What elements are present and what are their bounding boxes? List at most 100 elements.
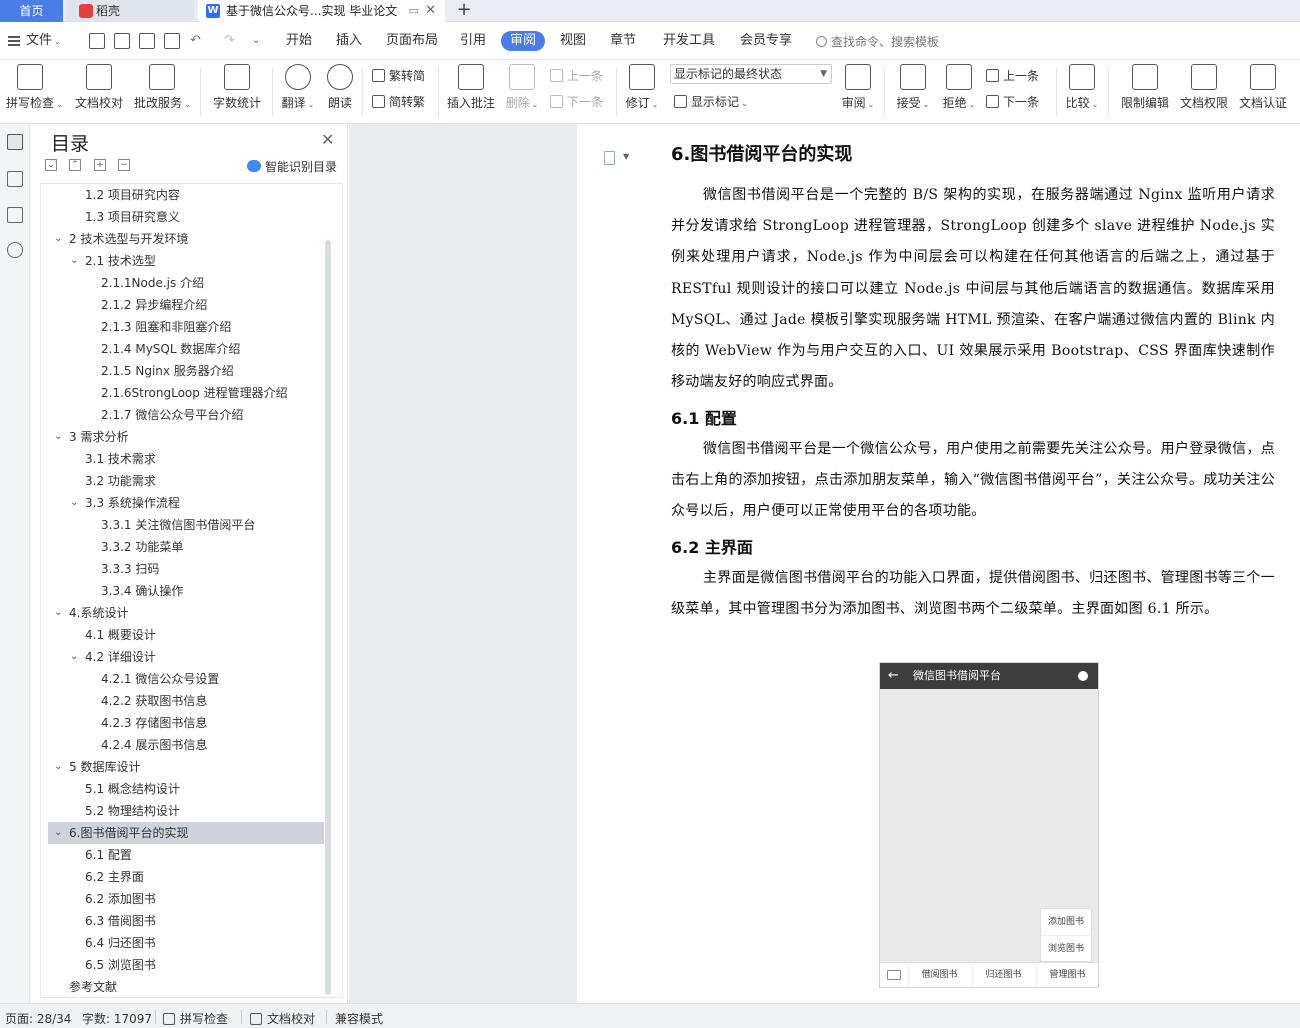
toc-item[interactable]: 6.2 主界面 — [48, 866, 324, 888]
chevron-down-icon[interactable]: ⌄ — [54, 822, 62, 844]
menu-start[interactable]: 开始 — [286, 33, 312, 49]
word-count-indicator[interactable]: 字数: 17097 — [82, 1010, 152, 1027]
simp-to-trad-button[interactable]: 简转繁 — [372, 93, 425, 110]
doc-permission-button[interactable]: 文档权限 — [1179, 64, 1229, 111]
chevron-down-icon[interactable]: ⌄ — [70, 492, 78, 514]
bookmark-icon[interactable] — [7, 207, 23, 223]
toc-item[interactable]: 3.3.2 功能菜单 — [48, 536, 324, 558]
page-outline-menu-icon[interactable]: ▼ — [623, 152, 629, 161]
chevron-down-icon[interactable]: ⌄ — [70, 646, 78, 668]
document-canvas[interactable]: ▼ 6.图书借阅平台的实现 微信图书借阅平台是一个完整的 B/S 架构的实现，在… — [349, 124, 1300, 1003]
doc-proof-button[interactable]: 文档校对 — [74, 64, 124, 111]
prev-comment-button[interactable]: 上一条 — [550, 67, 603, 84]
toc-item[interactable]: 2.1.7 微信公众号平台介绍 — [48, 404, 324, 426]
toc-item[interactable]: 6.2 添加图书 — [48, 888, 324, 910]
toc-item[interactable]: ⌄ 4.2 详细设计 — [48, 646, 324, 668]
menu-page-layout[interactable]: 页面布局 — [386, 33, 438, 49]
menu-member[interactable]: 会员专享 — [740, 33, 792, 49]
toc-item[interactable]: 1.3 项目研究意义 — [48, 206, 324, 228]
toc-panel-icon[interactable] — [7, 134, 23, 150]
toc-item[interactable]: 6.3 借阅图书 — [48, 910, 324, 932]
toc-item[interactable]: ⌄ 5 数据库设计 — [48, 756, 324, 778]
toc-item[interactable]: 3.3.4 确认操作 — [48, 580, 324, 602]
next-change-button[interactable]: 下一条 — [986, 93, 1039, 110]
spell-check-button[interactable]: 拼写检查 ⌄ — [6, 64, 63, 111]
toc-item[interactable]: 4.2.4 展示图书信息 — [48, 734, 324, 756]
toc-scrollbar[interactable] — [325, 240, 331, 995]
toc-item[interactable]: 参考文献 — [48, 976, 324, 997]
read-aloud-button[interactable]: 朗读 — [326, 64, 354, 111]
restrict-edit-button[interactable]: 限制编辑 — [1120, 64, 1170, 111]
batch-service-button[interactable]: 批改服务 ⌄ — [134, 64, 191, 111]
command-search[interactable]: 查找命令、搜索模板 — [816, 33, 939, 50]
toc-item[interactable]: 1.2 项目研究内容 — [48, 184, 324, 206]
toc-item[interactable]: 3.1 技术需求 — [48, 448, 324, 470]
toc-item[interactable]: 2.1.3 阻塞和非阻塞介绍 — [48, 316, 324, 338]
smart-toc-button[interactable]: 智能识别目录 — [247, 158, 337, 175]
doc-proof-status[interactable]: 文档校对 — [250, 1010, 315, 1027]
chevron-down-icon[interactable]: ⌄ — [70, 250, 78, 272]
menu-view[interactable]: 视图 — [560, 33, 586, 49]
toc-item[interactable]: 5.2 物理结构设计 — [48, 800, 324, 822]
add-heading-icon[interactable]: + — [94, 159, 106, 171]
collapse-all-icon[interactable]: ⌃ — [69, 159, 81, 171]
spell-check-status[interactable]: 拼写检查 — [163, 1010, 228, 1027]
markup-state-select[interactable]: 显示标记的最终状态 ▼ — [670, 64, 832, 84]
toc-item[interactable]: 3.2 功能需求 — [48, 470, 324, 492]
toc-item[interactable]: 6.1 配置 — [48, 844, 324, 866]
next-comment-button[interactable]: 下一条 — [550, 93, 603, 110]
translate-button[interactable]: 翻译 ⌄ — [280, 64, 316, 111]
quick-access-more-icon[interactable]: ⌄ — [252, 33, 260, 49]
chevron-down-icon[interactable]: ⌄ — [54, 228, 62, 250]
toc-item[interactable]: 4.1 概要设计 — [48, 624, 324, 646]
print-preview-icon[interactable] — [164, 33, 180, 49]
toc-item[interactable]: 4.2.1 微信公众号设置 — [48, 668, 324, 690]
document-page[interactable]: ▼ 6.图书借阅平台的实现 微信图书借阅平台是一个完整的 B/S 架构的实现，在… — [577, 124, 1300, 1003]
toc-item[interactable]: 3.3.1 关注微信图书借阅平台 — [48, 514, 324, 536]
menu-insert[interactable]: 插入 — [336, 33, 362, 49]
menu-developer[interactable]: 开发工具 — [663, 33, 715, 49]
toc-item[interactable]: 2.1.1Node.js 介绍 — [48, 272, 324, 294]
expand-all-icon[interactable]: ⌄ — [45, 159, 57, 171]
print-icon[interactable] — [139, 33, 155, 49]
page-outline-icon[interactable] — [604, 151, 615, 165]
toc-item[interactable]: 5.1 概念结构设计 — [48, 778, 324, 800]
search-icon[interactable] — [7, 242, 23, 258]
toc-item[interactable]: ⌄ 3 需求分析 — [48, 426, 324, 448]
prev-change-button[interactable]: 上一条 — [986, 67, 1039, 84]
close-tab-icon[interactable]: ✕ — [425, 0, 436, 22]
redo-icon[interactable]: ↷ — [224, 33, 235, 49]
toc-item[interactable]: 2.1.2 异步编程介绍 — [48, 294, 324, 316]
toc-item[interactable]: ⌄ 3.3 系统操作流程 — [48, 492, 324, 514]
remove-heading-icon[interactable]: − — [118, 159, 130, 171]
show-markup-button[interactable]: 显示标记 ⌄ — [674, 93, 748, 110]
word-count-button[interactable]: 字数统计 — [212, 64, 262, 111]
page-indicator[interactable]: 页面: 28/34 — [5, 1010, 71, 1027]
close-toc-icon[interactable]: ✕ — [321, 130, 334, 149]
menu-chapter[interactable]: 章节 — [610, 33, 636, 49]
revise-button[interactable]: 修订 ⌄ — [624, 64, 660, 111]
toc-item[interactable]: ⌄ 2.1 技术选型 — [48, 250, 324, 272]
toc-item[interactable]: 4.2.3 存储图书信息 — [48, 712, 324, 734]
toc-item[interactable]: 2.1.4 MySQL 数据库介绍 — [48, 338, 324, 360]
menu-review[interactable]: 审阅 — [501, 31, 546, 51]
window-restore-icon[interactable]: ▭ — [409, 0, 419, 22]
file-menu[interactable]: 文件 ⌄ — [8, 33, 61, 50]
menu-reference[interactable]: 引用 — [460, 33, 486, 49]
chapter-nav-icon[interactable] — [7, 171, 23, 187]
compare-button[interactable]: 比较 ⌄ — [1064, 64, 1100, 111]
trad-to-simp-button[interactable]: 繁转简 — [372, 67, 425, 84]
chevron-down-icon[interactable]: ⌄ — [54, 756, 62, 778]
undo-icon[interactable]: ↶ — [190, 33, 201, 49]
reject-button[interactable]: 拒绝 ⌄ — [940, 64, 978, 111]
review-pane-button[interactable]: 审阅 ⌄ — [840, 64, 876, 111]
chevron-down-icon[interactable]: ⌄ — [54, 426, 62, 448]
toc-item[interactable]: 6.5 浏览图书 — [48, 954, 324, 976]
toc-item[interactable]: 2.1.6StrongLoop 进程管理器介绍 — [48, 382, 324, 404]
toc-item[interactable]: 2.1.5 Nginx 服务器介绍 — [48, 360, 324, 382]
toc-item[interactable]: ⌄ 6.图书借阅平台的实现 — [48, 822, 324, 844]
chevron-down-icon[interactable]: ⌄ — [54, 602, 62, 624]
new-tab-button[interactable]: + — [452, 0, 476, 22]
toc-item[interactable]: 4.2.2 获取图书信息 — [48, 690, 324, 712]
toc-item[interactable]: ⌄ 4.系统设计 — [48, 602, 324, 624]
